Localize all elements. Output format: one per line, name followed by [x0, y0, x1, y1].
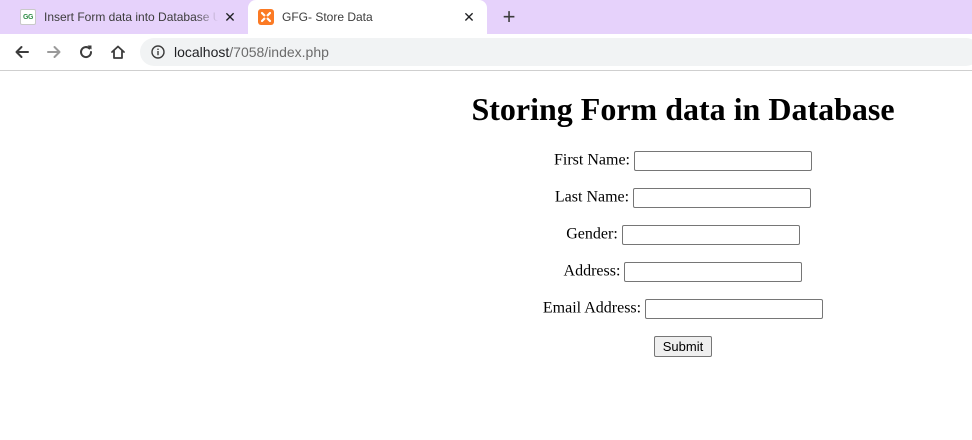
first-name-input[interactable]: [634, 151, 812, 171]
first-name-label: First Name:: [554, 151, 630, 169]
url-host: localhost: [174, 44, 230, 60]
address-label: Address:: [563, 262, 621, 280]
back-arrow-icon[interactable]: [8, 38, 36, 66]
submit-button[interactable]: Submit: [654, 336, 712, 357]
browser-toolbar: localhost/7058/index.php: [0, 34, 972, 71]
tab-title: Insert Form data into Database U: [44, 10, 218, 24]
tab-insert-form-data[interactable]: GG Insert Form data into Database U ✕: [8, 0, 248, 34]
url-path: /7058/index.php: [229, 44, 329, 60]
info-icon[interactable]: [150, 44, 166, 60]
close-tab-icon[interactable]: ✕: [218, 5, 242, 29]
email-row: Email Address:: [394, 299, 972, 319]
email-input[interactable]: [645, 299, 824, 319]
url-text: localhost/7058/index.php: [174, 44, 329, 60]
last-name-row: Last Name:: [394, 188, 972, 208]
reload-icon[interactable]: [72, 38, 100, 66]
geeksforgeeks-favicon-icon: GG: [20, 9, 36, 25]
tab-title: GFG- Store Data: [282, 10, 373, 24]
last-name-input[interactable]: [633, 188, 812, 208]
email-label: Email Address:: [542, 299, 642, 317]
page-title: Storing Form data in Database: [471, 91, 895, 127]
gender-input[interactable]: [621, 225, 800, 245]
address-bar[interactable]: localhost/7058/index.php: [140, 38, 972, 66]
address-input[interactable]: [624, 262, 803, 282]
gender-row: Gender:: [394, 225, 972, 245]
close-tab-icon[interactable]: ✕: [457, 5, 481, 29]
gender-label: Gender:: [566, 225, 618, 243]
forward-arrow-icon[interactable]: [40, 38, 68, 66]
new-tab-button[interactable]: +: [496, 4, 522, 29]
first-name-row: First Name:: [394, 151, 972, 171]
tab-strip: GG Insert Form data into Database U ✕ GF…: [0, 0, 972, 34]
address-row: Address:: [394, 262, 972, 282]
tab-gfg-store-data[interactable]: GFG- Store Data ✕: [248, 0, 487, 34]
home-icon[interactable]: [104, 38, 132, 66]
last-name-label: Last Name:: [554, 188, 630, 206]
xampp-favicon-icon: [258, 9, 274, 25]
